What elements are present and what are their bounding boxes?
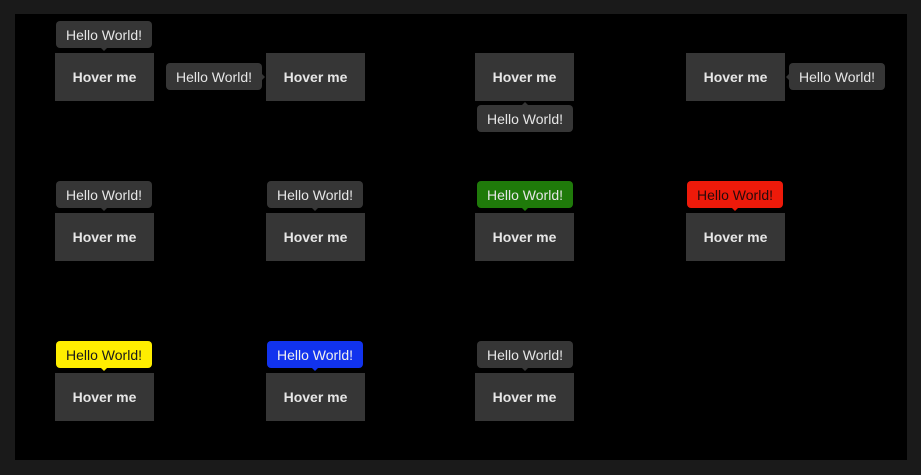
tooltip-right: Hello World! xyxy=(786,63,885,90)
demo-canvas: Hello World! Hover me Hello World! Hover… xyxy=(15,14,907,460)
hover-button-yellow[interactable]: Hover me xyxy=(55,373,154,421)
hover-button-tooltip-left[interactable]: Hover me xyxy=(266,53,365,101)
hover-button-default[interactable]: Hover me xyxy=(55,213,154,261)
hover-button-blue[interactable]: Hover me xyxy=(266,373,365,421)
tooltip-top-default-2: Hello World! xyxy=(267,181,363,211)
hover-button-tooltip-top[interactable]: Hover me xyxy=(55,53,154,101)
tooltip-left: Hello World! xyxy=(166,63,265,90)
hover-button-tooltip-right[interactable]: Hover me xyxy=(686,53,785,101)
tooltip-green: Hello World! xyxy=(477,181,573,211)
tooltip-bottom: Hello World! xyxy=(477,102,573,132)
hover-button-default-3[interactable]: Hover me xyxy=(475,373,574,421)
tooltip-yellow: Hello World! xyxy=(56,341,152,371)
hover-button-green[interactable]: Hover me xyxy=(475,213,574,261)
tooltip-top: Hello World! xyxy=(56,21,152,51)
tooltip-top-default-3: Hello World! xyxy=(477,341,573,371)
tooltip-top-default: Hello World! xyxy=(56,181,152,211)
tooltip-red: Hello World! xyxy=(687,181,783,211)
hover-button-red[interactable]: Hover me xyxy=(686,213,785,261)
hover-button-default-2[interactable]: Hover me xyxy=(266,213,365,261)
hover-button-tooltip-bottom[interactable]: Hover me xyxy=(475,53,574,101)
tooltip-blue: Hello World! xyxy=(267,341,363,371)
